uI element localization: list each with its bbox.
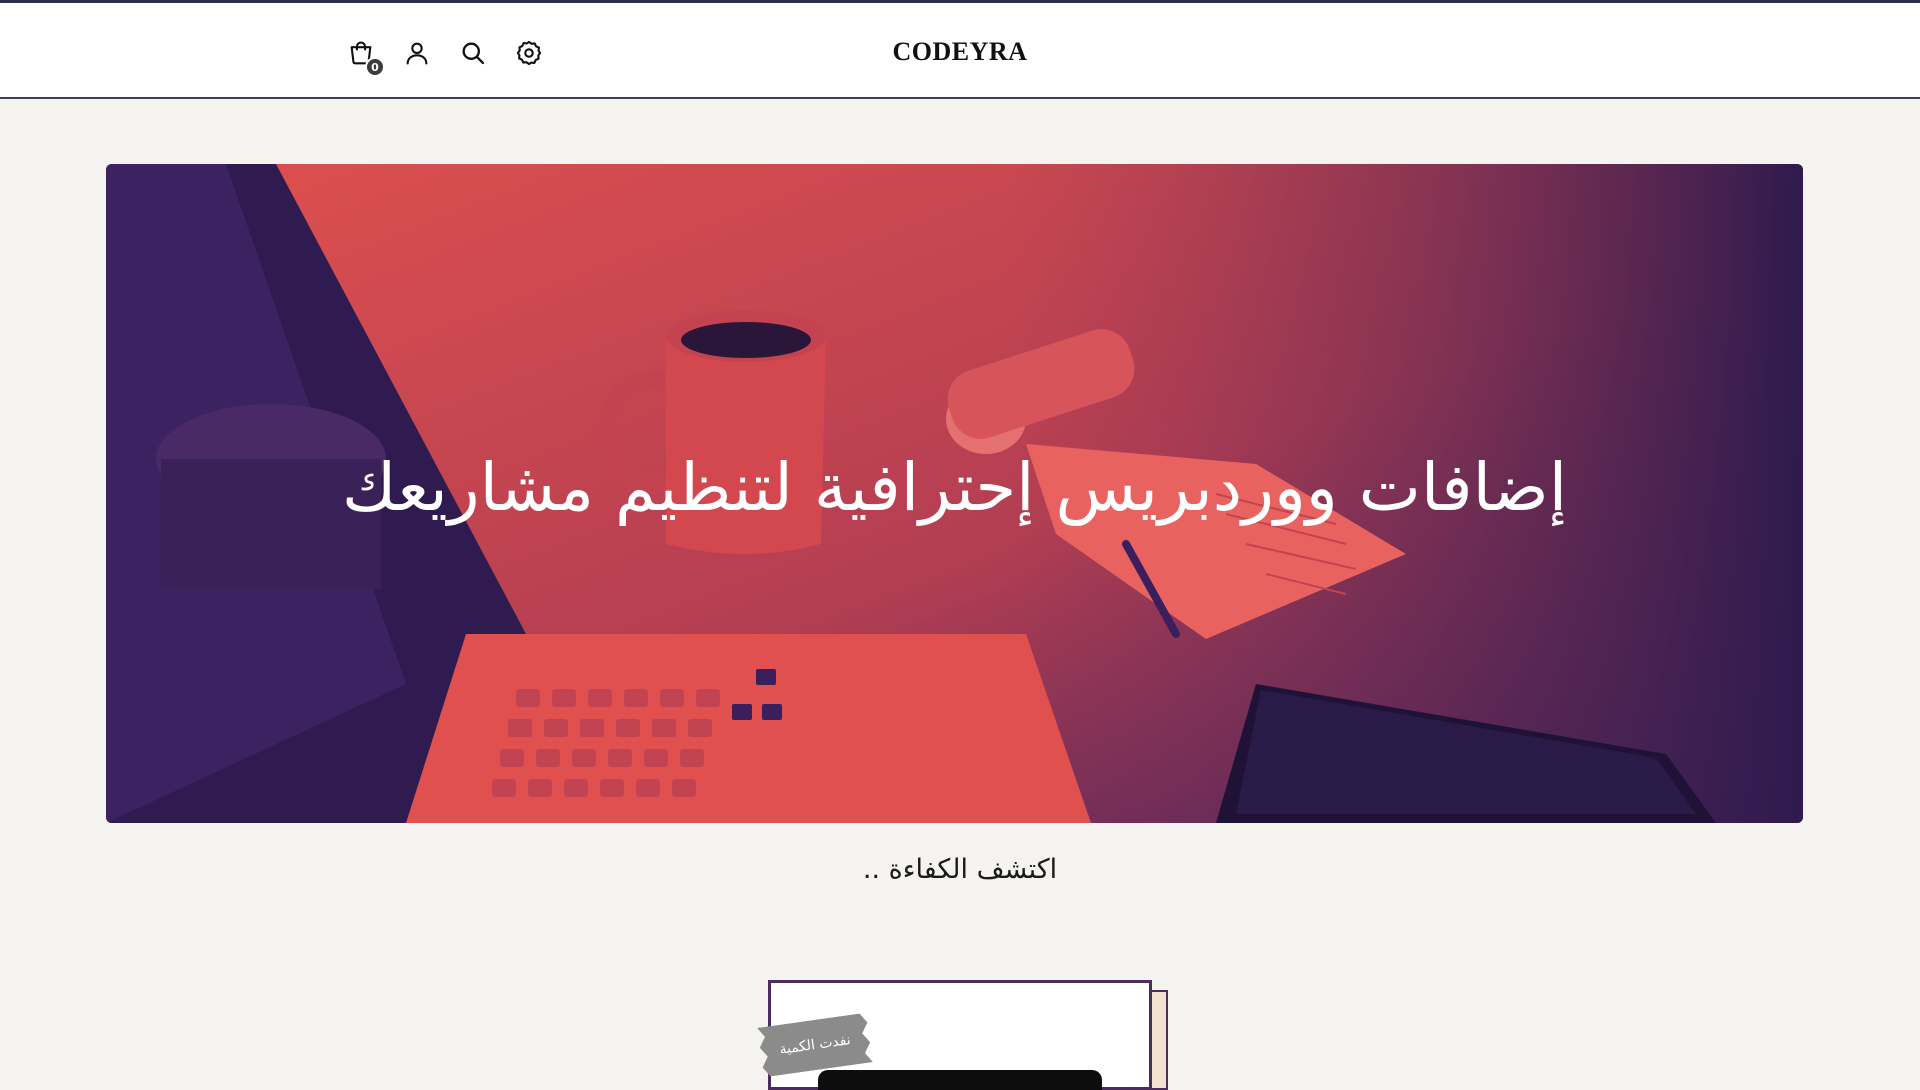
site-logo[interactable]: CODEYRA xyxy=(0,37,1920,67)
site-header: 0 CODEYRA xyxy=(0,0,1920,99)
product-card-image[interactable] xyxy=(818,1070,1102,1090)
hero-title: إضافات ووردبريس إحترافية لتنظيم مشاريعك xyxy=(341,449,1568,526)
hero-banner: إضافات ووردبريس إحترافية لتنظيم مشاريعك xyxy=(106,164,1803,823)
section-subtitle: اكتشف الكفاءة .. xyxy=(862,854,1058,885)
